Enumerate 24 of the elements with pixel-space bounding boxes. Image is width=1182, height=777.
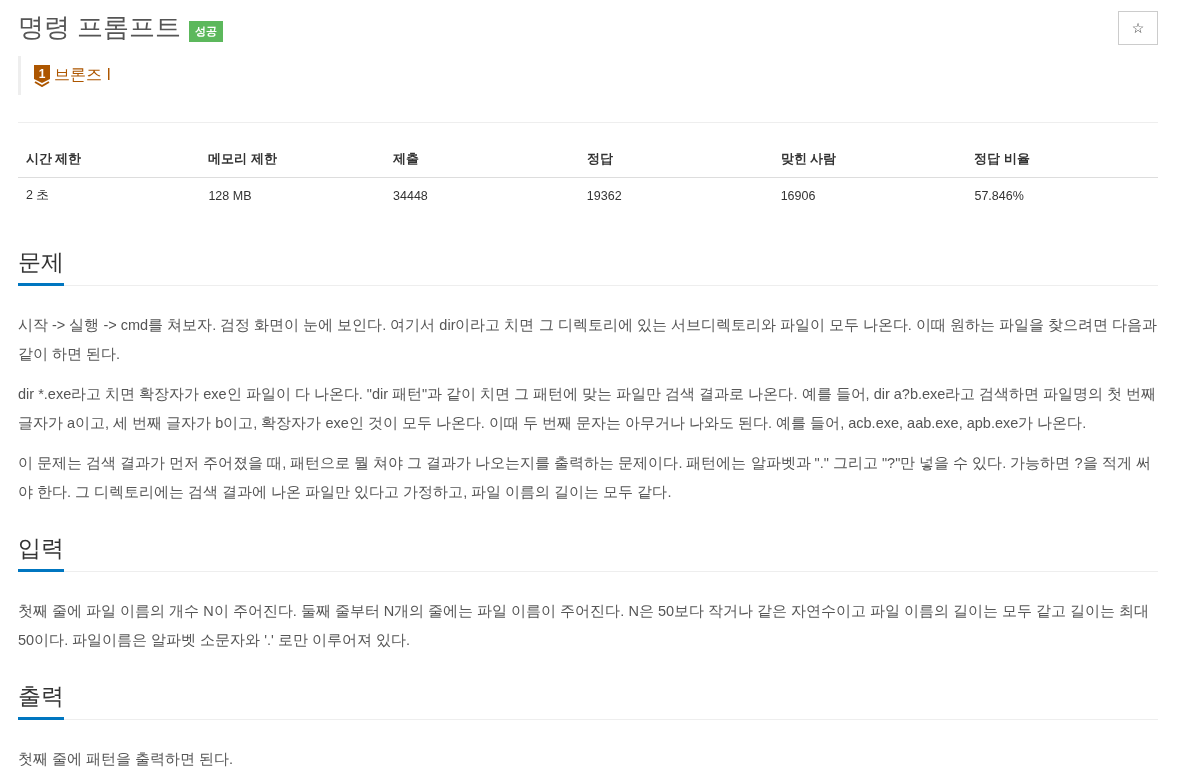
star-button[interactable]: ☆	[1118, 11, 1158, 45]
table-header-cell: 정답	[578, 142, 773, 178]
section-heading: 출력	[18, 682, 64, 720]
problem-paragraph: 첫째 줄에 파일 이름의 개수 N이 주어진다. 둘째 줄부터 N개의 줄에는 파일 이름이 주어진다. N은 50보다 작거나 같은 자연수이고 파일 이름의 길이는 모두 같고 길이는 최대 50이다. 파일이름은 알파벳 소문자와 '.' 로만 이루어져 있다.	[18, 602, 1151, 650]
problem-paragraph: 이 문제는 검색 결과가 먼저 주어졌을 때, 패턴으로 뭘 쳐야 그 결과가 나오는지를 출력하는 문제이다. 패턴에는 알파벳과 "." 그리고 "?"만 넣을 수 있다. 가능하면 ?을 적게 써야 한다. 그 디렉토리에는 검색 결과에 나온 파일만 있다고 가정하고, 파일 이름의 길이는 모두 같다.	[18, 454, 1152, 502]
table-header-cell: 정답 비율	[966, 142, 1158, 178]
tier-link[interactable]: 브론즈 I	[54, 65, 111, 86]
section-heading: 입력	[18, 534, 64, 572]
problem-title: 명령 프롬프트	[18, 11, 182, 44]
result-label: 성공	[189, 21, 224, 42]
problem-paragraph: 첫째 줄에 패턴을 출력하면 된다.	[18, 750, 235, 769]
table-header-cell: 시간 제한	[18, 142, 201, 178]
problem-paragraph: 시작 -> 실행 -> cmd를 쳐보자. 검정 화면이 눈에 보인다. 여기서 dir이라고 치면 그 디렉토리에 있는 서브디렉토리와 파일이 모두 나온다. 이때 원하는 파일을 찾으려면 다음과 같이 하면 된다.	[18, 316, 1158, 364]
section-heading: 문제	[18, 248, 64, 286]
table-cell: 57.846%	[966, 177, 1158, 213]
table-cell: 16906	[772, 177, 967, 213]
table-cell: 34448	[385, 177, 579, 213]
problem-paragraph: dir *.exe라고 치면 확장자가 exe인 파일이 다 나온다. "dir 패턴"과 같이 치면 그 패턴에 맞는 파일만 검색 결과로 나온다. 예를 들어, dir a?b.exe라고 검색하면 파일명의 첫 번째 글자가 a이고, 세 번째 글자가 b이고, 확장자가 exe인 것이 모두 나온다. 이때 두 번째 문자는 아무거나 나와도 된다. 예를 들어, acb.exe, aab.exe, apb.exe가 나온다.	[18, 385, 1158, 433]
table-cell: 19362	[578, 177, 773, 213]
table-cell: 2 초	[18, 177, 201, 213]
table-header-cell: 맞힌 사람	[772, 142, 967, 178]
table-header-cell: 메모리 제한	[200, 142, 386, 178]
table-header-cell: 제출	[385, 142, 579, 178]
table-cell: 128 MB	[200, 177, 386, 213]
